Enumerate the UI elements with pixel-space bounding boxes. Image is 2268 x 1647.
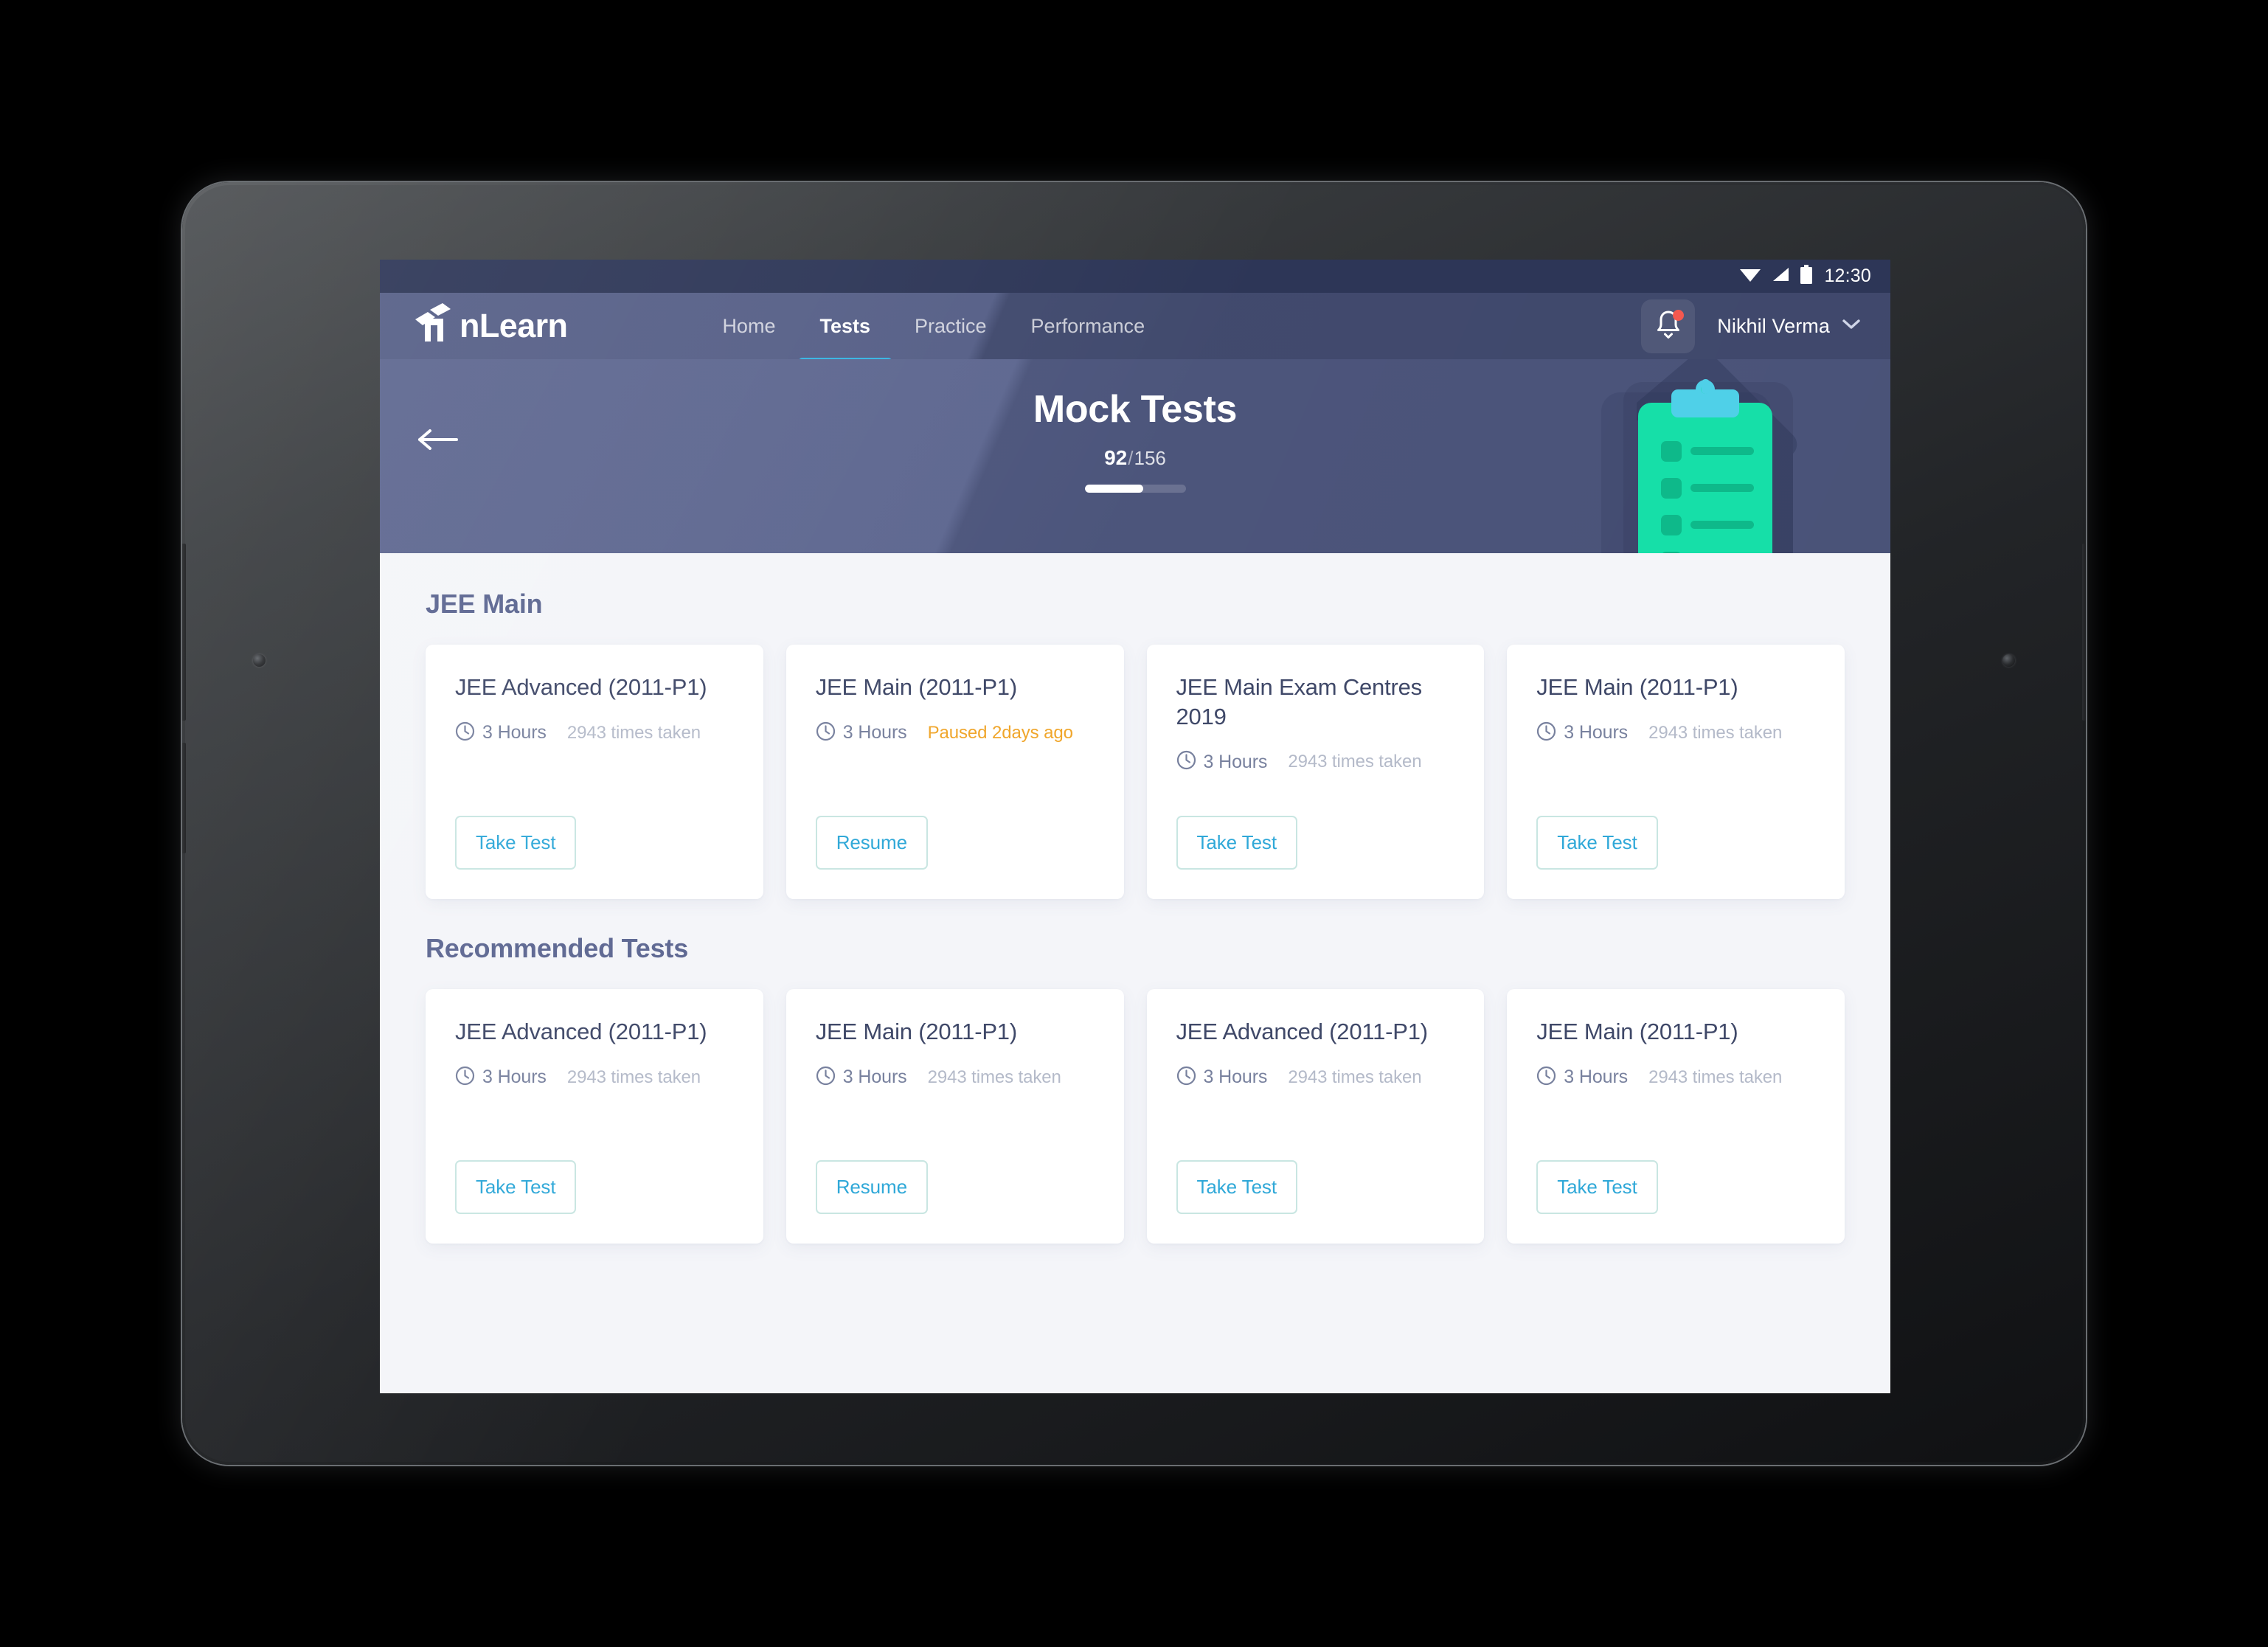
page-hero-header: Mock Tests 92/156 [380,359,1890,553]
test-card-title: JEE Main (2011-P1) [815,674,1017,700]
test-card-meta: 3 Hours 2943 times taken [455,721,734,745]
progress-bar-fill [1084,485,1143,493]
notification-button[interactable] [1641,299,1696,353]
clock-icon [1176,1066,1196,1089]
test-card[interactable]: JEE Advanced (2011-P1) 3 Hours 2943 time… [1146,989,1485,1244]
clock-icon [1176,750,1196,774]
tests-progress-label: 92/156 [1104,446,1166,470]
test-card[interactable]: JEE Main (2011-P1) 3 Hours 2943 times ta… [1507,645,1845,899]
test-card-meta: 3 Hours 2943 times taken [1536,721,1815,745]
test-card-title: JEE Main (2011-P1) [1536,674,1738,700]
take-test-button[interactable]: Take Test [455,816,577,870]
test-duration: 3 Hours [482,722,547,743]
test-card-meta: 3 Hours 2943 times taken [1176,1066,1455,1089]
notification-unread-dot [1673,309,1685,321]
test-card-title: JEE Main Exam Centres 2019 [1176,674,1423,729]
test-card[interactable]: JEE Advanced (2011-P1) 3 Hours 2943 time… [426,645,763,899]
device-power-button [182,743,186,853]
take-test-button[interactable]: Take Test [1536,1160,1658,1214]
app-logo-text: nLearn [460,307,568,344]
tests-completed-count: 92 [1104,446,1128,469]
take-test-button[interactable]: Take Test [1176,1160,1297,1214]
test-times-taken: 2943 times taken [1648,1067,1783,1087]
test-card-title: JEE Advanced (2011-P1) [1176,1019,1429,1044]
resume-button[interactable]: Resume [815,1160,928,1214]
progress-separator: / [1128,447,1134,469]
top-navigation-bar: nLearn Home Tests Practice Performance N… [380,293,1890,359]
status-bar-clock: 12:30 [1824,266,1871,286]
front-camera-left [253,654,266,667]
hero-center-block: Mock Tests 92/156 [380,387,1890,493]
test-times-taken: 2943 times taken [566,1067,701,1087]
front-camera-right [2002,654,2015,667]
test-duration: 3 Hours [1203,1067,1268,1088]
test-duration: 3 Hours [1564,722,1629,743]
test-card-grid: JEE Advanced (2011-P1) 3 Hours 2943 time… [426,645,1845,899]
tablet-screen: 12:30 nLearn Home Tests Practice Perform… [380,260,1890,1393]
test-card-meta: 3 Hours Paused 2days ago [816,721,1095,745]
test-duration: 3 Hours [842,1067,907,1088]
test-card-grid: JEE Advanced (2011-P1) 3 Hours 2943 time… [426,989,1845,1244]
test-card[interactable]: JEE Main (2011-P1) 3 Hours 2943 times ta… [786,989,1124,1244]
test-card[interactable]: JEE Advanced (2011-P1) 3 Hours 2943 time… [426,989,763,1244]
clock-icon [816,1066,836,1089]
device-side-button-right [2082,544,2086,721]
battery-icon [1800,265,1813,288]
nav-link-practice[interactable]: Practice [892,293,1009,359]
section-title: Recommended Tests [426,933,689,963]
test-card-meta: 3 Hours 2943 times taken [455,1066,734,1089]
test-card-title: JEE Main (2011-P1) [815,1019,1017,1044]
test-times-taken: 2943 times taken [566,722,701,743]
test-duration: 3 Hours [1564,1067,1629,1088]
take-test-button[interactable]: Take Test [455,1160,577,1214]
chevron-down-icon [1842,319,1861,334]
test-times-taken: 2943 times taken [927,1067,1061,1087]
clock-icon [455,721,475,745]
section-title: JEE Main [426,589,543,619]
clock-icon [816,721,836,745]
nav-link-home[interactable]: Home [700,293,797,359]
tests-total-count: 156 [1134,447,1166,469]
nav-link-performance[interactable]: Performance [1009,293,1168,359]
user-menu[interactable]: Nikhil Verma [1717,315,1861,338]
tablet-device-frame: 12:30 nLearn Home Tests Practice Perform… [182,182,2086,1465]
test-duration: 3 Hours [1203,751,1268,772]
app-logo[interactable]: nLearn [412,302,568,350]
clock-icon [1536,1066,1556,1089]
test-card-meta: 3 Hours 2943 times taken [816,1066,1095,1089]
test-times-taken: 2943 times taken [1648,722,1783,743]
nav-link-tests[interactable]: Tests [797,293,892,359]
test-duration: 3 Hours [482,1067,547,1088]
test-card-title: JEE Advanced (2011-P1) [455,1019,707,1044]
take-test-button[interactable]: Take Test [1536,816,1658,870]
test-card-meta: 3 Hours 2943 times taken [1536,1066,1815,1089]
clock-icon [1536,721,1556,745]
test-times-taken: 2943 times taken [1288,1067,1422,1087]
test-times-taken: 2943 times taken [1288,752,1422,772]
resume-button[interactable]: Resume [815,816,928,870]
main-nav-links: Home Tests Practice Performance [700,293,1167,359]
take-test-button[interactable]: Take Test [1176,816,1297,870]
test-card-meta: 3 Hours 2943 times taken [1176,750,1455,774]
page-content: JEE Main JEE Advanced (2011-P1) 3 Hours … [380,553,1890,1393]
progress-bar-track [1084,485,1186,493]
section-recommended-tests: Recommended Tests JEE Advanced (2011-P1)… [426,933,1845,1244]
test-card[interactable]: JEE Main (2011-P1) 3 Hours Paused 2days … [786,645,1124,899]
clock-icon [455,1066,475,1089]
test-duration: 3 Hours [842,722,907,743]
android-status-bar: 12:30 [380,260,1890,293]
user-name-label: Nikhil Verma [1717,314,1830,337]
section-jee-main: JEE Main JEE Advanced (2011-P1) 3 Hours … [426,589,1845,899]
cellular-signal-icon [1771,266,1790,287]
test-card[interactable]: JEE Main (2011-P1) 3 Hours 2943 times ta… [1507,989,1845,1244]
nav-right-cluster: Nikhil Verma [1641,299,1861,353]
test-paused-status: Paused 2days ago [927,722,1073,743]
book-logo-icon [412,302,458,350]
device-volume-button [182,544,186,721]
wifi-icon [1739,266,1761,287]
test-card-title: JEE Main (2011-P1) [1536,1019,1738,1044]
test-card[interactable]: JEE Main Exam Centres 2019 3 Hours 2943 … [1146,645,1485,899]
page-title: Mock Tests [1033,388,1238,431]
test-card-title: JEE Advanced (2011-P1) [455,674,707,700]
